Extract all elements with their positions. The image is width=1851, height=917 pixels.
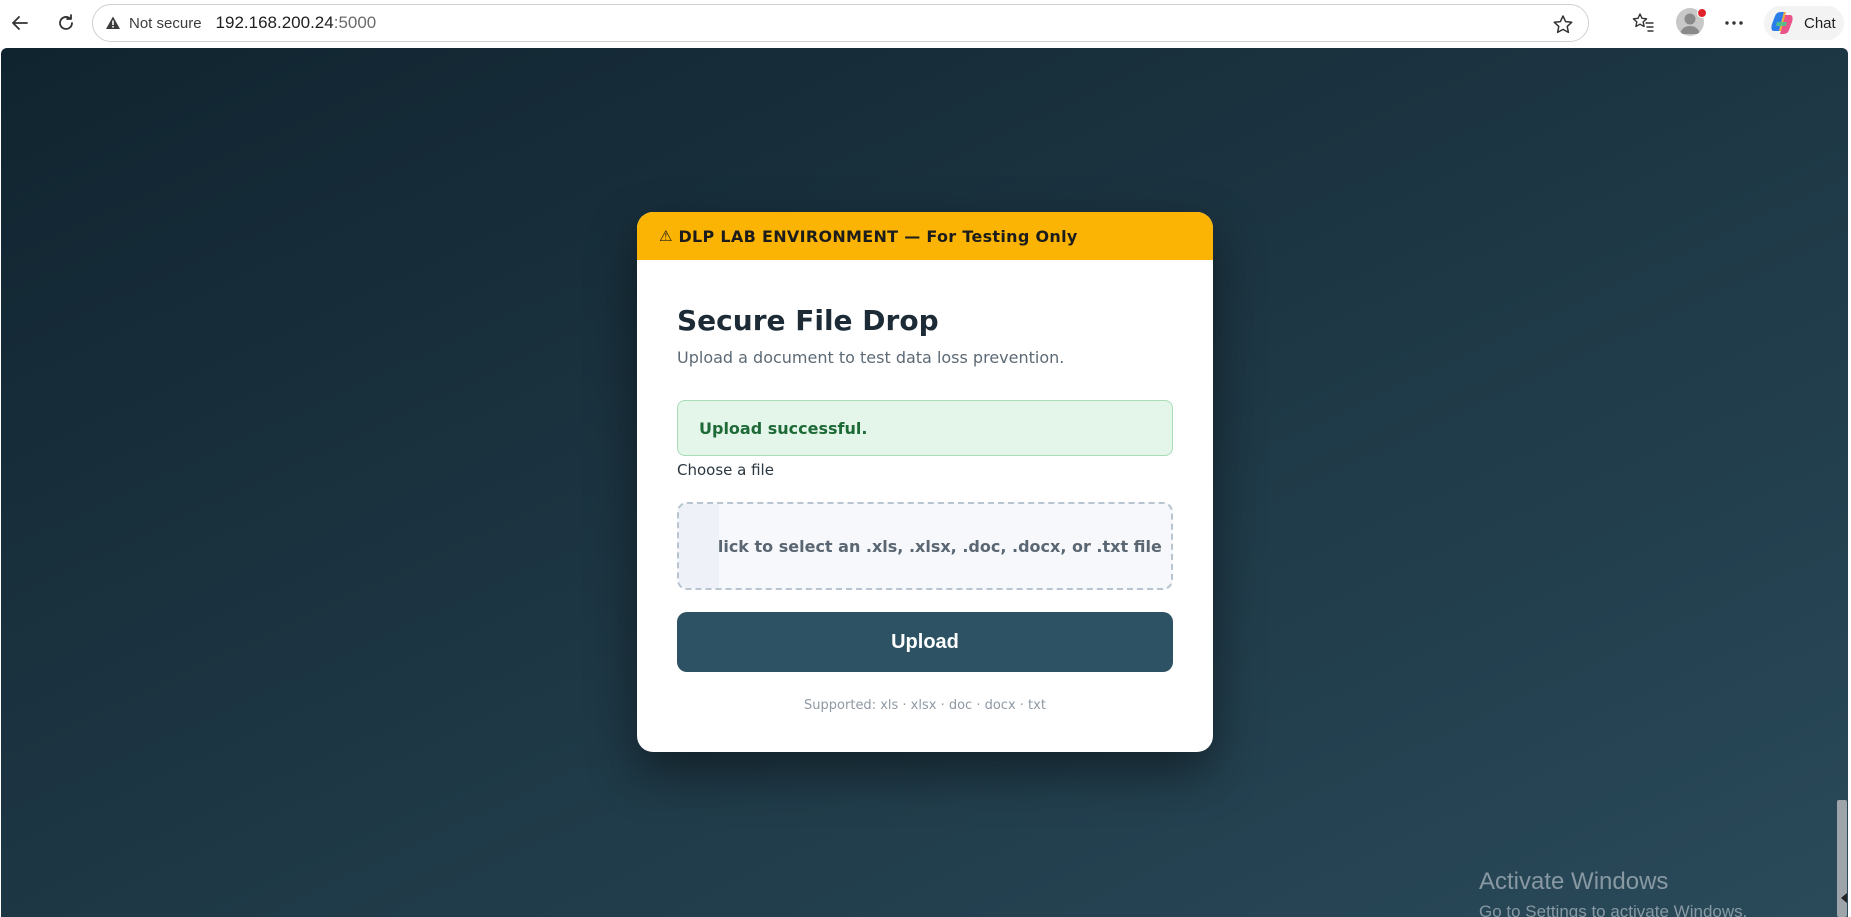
- warning-triangle-icon[interactable]: [105, 15, 121, 31]
- watermark-subtitle: Go to Settings to activate Windows.: [1479, 902, 1748, 917]
- success-alert-text: Upload successful.: [699, 418, 868, 438]
- star-icon[interactable]: [1552, 14, 1574, 40]
- banner-text: DLP LAB ENVIRONMENT — For Testing Only: [678, 226, 1078, 246]
- activate-windows-watermark: Activate Windows Go to Settings to activ…: [1479, 868, 1747, 917]
- address-bar[interactable]: Not secure 192.168.200.24:5000: [92, 4, 1589, 42]
- card-body: Secure File Drop Upload a document to te…: [637, 304, 1213, 713]
- copilot-icon: [1771, 12, 1793, 34]
- upload-card: ⚠ DLP LAB ENVIRONMENT — For Testing Only…: [637, 212, 1213, 752]
- browser-toolbar: Not secure 192.168.200.24:5000 Chat: [0, 0, 1851, 46]
- back-button[interactable]: [4, 7, 36, 39]
- scrollbar[interactable]: [1836, 48, 1848, 917]
- upload-button[interactable]: Upload: [677, 612, 1173, 672]
- url-port[interactable]: :5000: [334, 13, 377, 33]
- reload-button[interactable]: [50, 7, 82, 39]
- scroll-arrow-icon[interactable]: [1841, 893, 1847, 903]
- success-alert: Upload successful.: [677, 400, 1173, 456]
- more-icon[interactable]: [1720, 9, 1748, 37]
- file-input-label: Choose a file: [677, 461, 774, 479]
- reload-icon: [59, 14, 73, 30]
- chat-button[interactable]: Chat: [1764, 6, 1844, 40]
- page-subtitle: Upload a document to test data loss prev…: [677, 348, 1065, 367]
- chat-label: Chat: [1804, 14, 1836, 32]
- file-input[interactable]: [679, 504, 719, 588]
- warning-icon: ⚠: [659, 227, 673, 245]
- url-host[interactable]: 192.168.200.24: [216, 13, 334, 33]
- page-title: Secure File Drop: [677, 304, 939, 337]
- file-dropzone[interactable]: Click to select an .xls, .xlsx, .doc, .d…: [677, 502, 1173, 590]
- notification-dot: [1697, 8, 1707, 18]
- lab-environment-banner: ⚠ DLP LAB ENVIRONMENT — For Testing Only: [637, 212, 1213, 260]
- dropzone-text[interactable]: Click to select an .xls, .xlsx, .doc, .d…: [688, 537, 1162, 556]
- page-viewport: ⚠ DLP LAB ENVIRONMENT — For Testing Only…: [1, 48, 1848, 917]
- watermark-title: Activate Windows: [1479, 868, 1669, 895]
- supported-formats: Supported: xls · xlsx · doc · docx · txt: [804, 698, 1046, 713]
- favorites-icon[interactable]: [1629, 9, 1657, 37]
- security-label[interactable]: Not secure: [129, 15, 202, 32]
- arrow-left-icon: [12, 16, 28, 30]
